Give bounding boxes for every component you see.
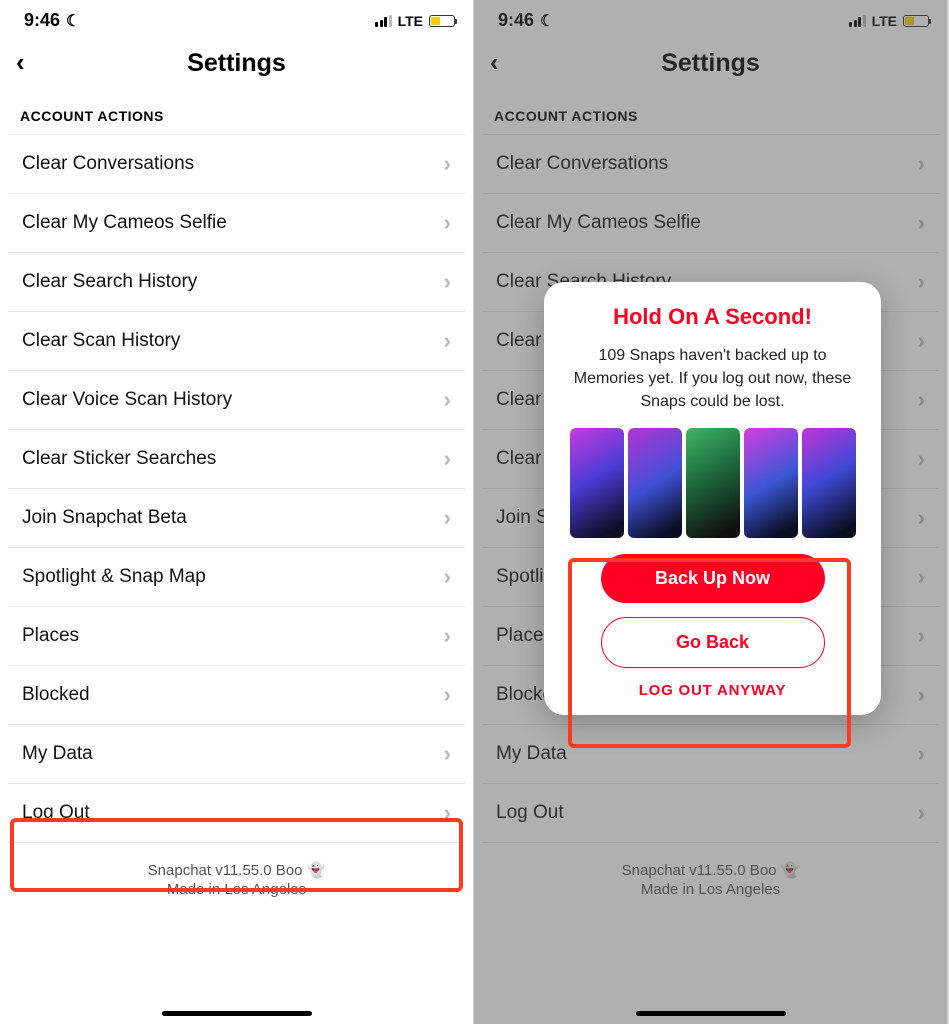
row-clear-scan-history[interactable]: Clear Scan History›	[8, 312, 465, 371]
footer: Snapchat v11.55.0 Boo 👻 Made in Los Ange…	[0, 843, 473, 898]
chevron-right-icon: ›	[444, 741, 451, 767]
go-back-button[interactable]: Go Back	[601, 617, 825, 668]
back-button[interactable]: ‹	[16, 47, 25, 78]
chevron-right-icon: ›	[444, 210, 451, 236]
home-indicator[interactable]	[636, 1011, 786, 1016]
signal-icon	[375, 15, 392, 27]
chevron-right-icon: ›	[444, 269, 451, 295]
chevron-right-icon: ›	[444, 387, 451, 413]
snap-thumbnail	[686, 428, 740, 538]
section-header: ACCOUNT ACTIONS	[0, 90, 473, 134]
status-bar: 9:46 ☾ LTE	[0, 0, 473, 37]
row-places[interactable]: Places›	[8, 607, 465, 666]
snap-thumbnails	[566, 428, 859, 538]
network-label: LTE	[398, 13, 423, 29]
row-clear-cameos-selfie[interactable]: Clear My Cameos Selfie›	[8, 194, 465, 253]
chevron-right-icon: ›	[444, 328, 451, 354]
chevron-right-icon: ›	[444, 564, 451, 590]
row-log-out[interactable]: Log Out›	[8, 784, 465, 842]
status-time: 9:46	[24, 10, 60, 31]
snap-thumbnail	[628, 428, 682, 538]
row-clear-sticker-searches[interactable]: Clear Sticker Searches›	[8, 430, 465, 489]
chevron-right-icon: ›	[444, 623, 451, 649]
page-title: Settings	[187, 49, 286, 78]
snap-thumbnail	[570, 428, 624, 538]
snap-thumbnail	[802, 428, 856, 538]
chevron-right-icon: ›	[444, 800, 451, 826]
row-join-beta[interactable]: Join Snapchat Beta›	[8, 489, 465, 548]
row-clear-conversations[interactable]: Clear Conversations›	[8, 135, 465, 194]
chevron-right-icon: ›	[444, 682, 451, 708]
chevron-right-icon: ›	[444, 446, 451, 472]
chevron-right-icon: ›	[444, 505, 451, 531]
row-clear-search-history[interactable]: Clear Search History›	[8, 253, 465, 312]
dialog-title: Hold On A Second!	[566, 304, 859, 330]
row-clear-voice-scan-history[interactable]: Clear Voice Scan History›	[8, 371, 465, 430]
made-in-text: Made in Los Angeles	[0, 881, 473, 898]
home-indicator[interactable]	[162, 1011, 312, 1016]
version-text: Snapchat v11.55.0 Boo 👻	[0, 861, 473, 879]
battery-icon	[429, 15, 455, 27]
dnd-moon-icon: ☾	[66, 11, 80, 31]
chevron-right-icon: ›	[444, 151, 451, 177]
row-blocked[interactable]: Blocked›	[8, 666, 465, 725]
row-my-data[interactable]: My Data›	[8, 725, 465, 784]
phone-right: 9:46 ☾ LTE ‹ Settings ACCOUNT ACTIONS Cl…	[474, 0, 948, 1024]
logout-backup-dialog: Hold On A Second! 109 Snaps haven't back…	[544, 282, 881, 715]
back-up-now-button[interactable]: Back Up Now	[601, 554, 825, 603]
dialog-message: 109 Snaps haven't backed up to Memories …	[566, 344, 859, 414]
snap-thumbnail	[744, 428, 798, 538]
row-spotlight-snap-map[interactable]: Spotlight & Snap Map›	[8, 548, 465, 607]
settings-list: Clear Conversations› Clear My Cameos Sel…	[8, 134, 465, 843]
log-out-anyway-link[interactable]: LOG OUT ANYWAY	[566, 682, 859, 699]
phone-left: 9:46 ☾ LTE ‹ Settings ACCOUNT ACTIONS Cl…	[0, 0, 474, 1024]
page-header: ‹ Settings	[0, 37, 473, 90]
